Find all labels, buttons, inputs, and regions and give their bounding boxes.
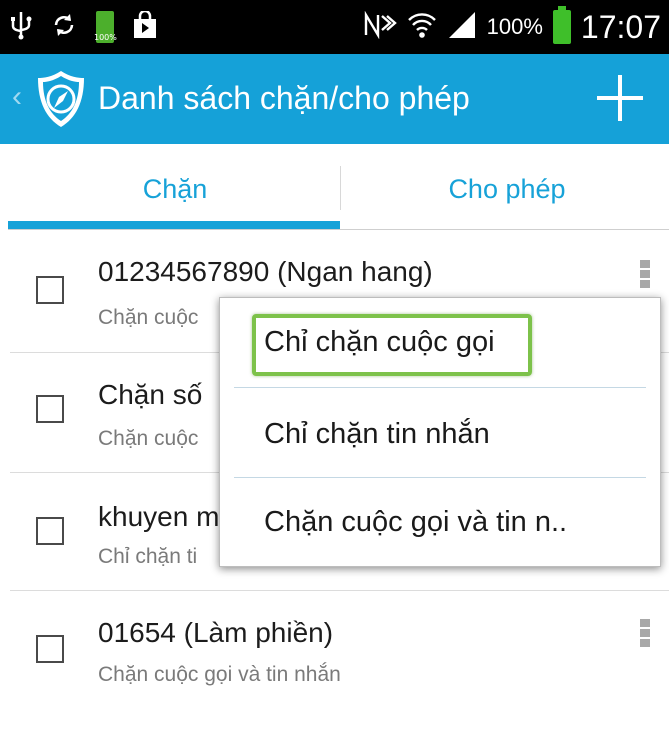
list-item-subtitle: Chặn cuộc bbox=[98, 427, 199, 450]
tab-block-label: Chặn bbox=[142, 173, 208, 204]
menu-item-block-calls-only[interactable]: Chỉ chặn cuộc gọi bbox=[220, 298, 660, 386]
overflow-menu-icon[interactable] bbox=[640, 619, 652, 649]
shield-icon[interactable] bbox=[34, 68, 88, 130]
list-item-checkbox[interactable] bbox=[36, 635, 64, 663]
list-item[interactable]: 01654 (Làm phiền) Chặn cuộc gọi và tin n… bbox=[0, 591, 669, 709]
list-item-checkbox[interactable] bbox=[36, 276, 64, 304]
chevron-left-icon[interactable]: ‹ bbox=[12, 80, 22, 114]
list-item-checkbox[interactable] bbox=[36, 395, 64, 423]
clock: 17:07 bbox=[580, 8, 661, 45]
menu-item-label: Chỉ chặn tin nhắn bbox=[264, 418, 490, 450]
menu-item-block-calls-and-sms[interactable]: Chặn cuộc gọi và tin n.. bbox=[220, 478, 660, 566]
sync-icon bbox=[50, 11, 78, 44]
signal-icon bbox=[447, 10, 477, 45]
status-bar: 100% 100% 17:07 bbox=[0, 0, 669, 54]
battery-percent: 100% bbox=[486, 14, 543, 39]
list-item-subtitle: Chặn cuộc bbox=[98, 306, 199, 329]
tab-allow[interactable]: Cho phép bbox=[340, 144, 669, 234]
status-right-icons: 100% 17:07 bbox=[363, 0, 661, 54]
status-left-icons: 100% bbox=[10, 0, 158, 54]
nfc-icon bbox=[363, 10, 397, 44]
app-bar: ‹ Danh sách chặn/cho phép bbox=[0, 54, 669, 144]
menu-item-label: Chỉ chặn cuộc gọi bbox=[264, 326, 495, 358]
plus-icon[interactable] bbox=[594, 72, 646, 124]
battery-icon bbox=[552, 6, 571, 44]
list-item-title: Chặn số bbox=[98, 379, 203, 410]
block-mode-popup-menu: Chỉ chặn cuộc gọi Chỉ chặn tin nhắn Chặn… bbox=[219, 297, 661, 567]
list-item-title: 01234567890 (Ngan hang) bbox=[98, 256, 433, 287]
shopping-bag-icon bbox=[132, 9, 158, 44]
list-item-title: khuyen m bbox=[98, 501, 220, 532]
list-item-subtitle: Chỉ chặn ti bbox=[98, 545, 198, 568]
tab-allow-label: Cho phép bbox=[448, 173, 566, 204]
overflow-menu-icon[interactable] bbox=[640, 260, 652, 290]
list-item-title: 01654 (Làm phiền) bbox=[98, 617, 334, 648]
battery-small-icon: 100% bbox=[94, 11, 117, 43]
menu-item-label: Chặn cuộc gọi và tin n.. bbox=[264, 506, 568, 538]
list-item-checkbox[interactable] bbox=[36, 517, 64, 545]
tab-underline bbox=[8, 229, 669, 230]
menu-item-block-sms-only[interactable]: Chỉ chặn tin nhắn bbox=[220, 388, 660, 476]
app-title: Danh sách chặn/cho phép bbox=[98, 80, 470, 116]
small-battery-label: 100% bbox=[94, 33, 117, 42]
list-item-subtitle: Chặn cuộc gọi và tin nhắn bbox=[98, 663, 341, 686]
wifi-icon bbox=[407, 10, 437, 45]
usb-icon bbox=[10, 10, 32, 45]
